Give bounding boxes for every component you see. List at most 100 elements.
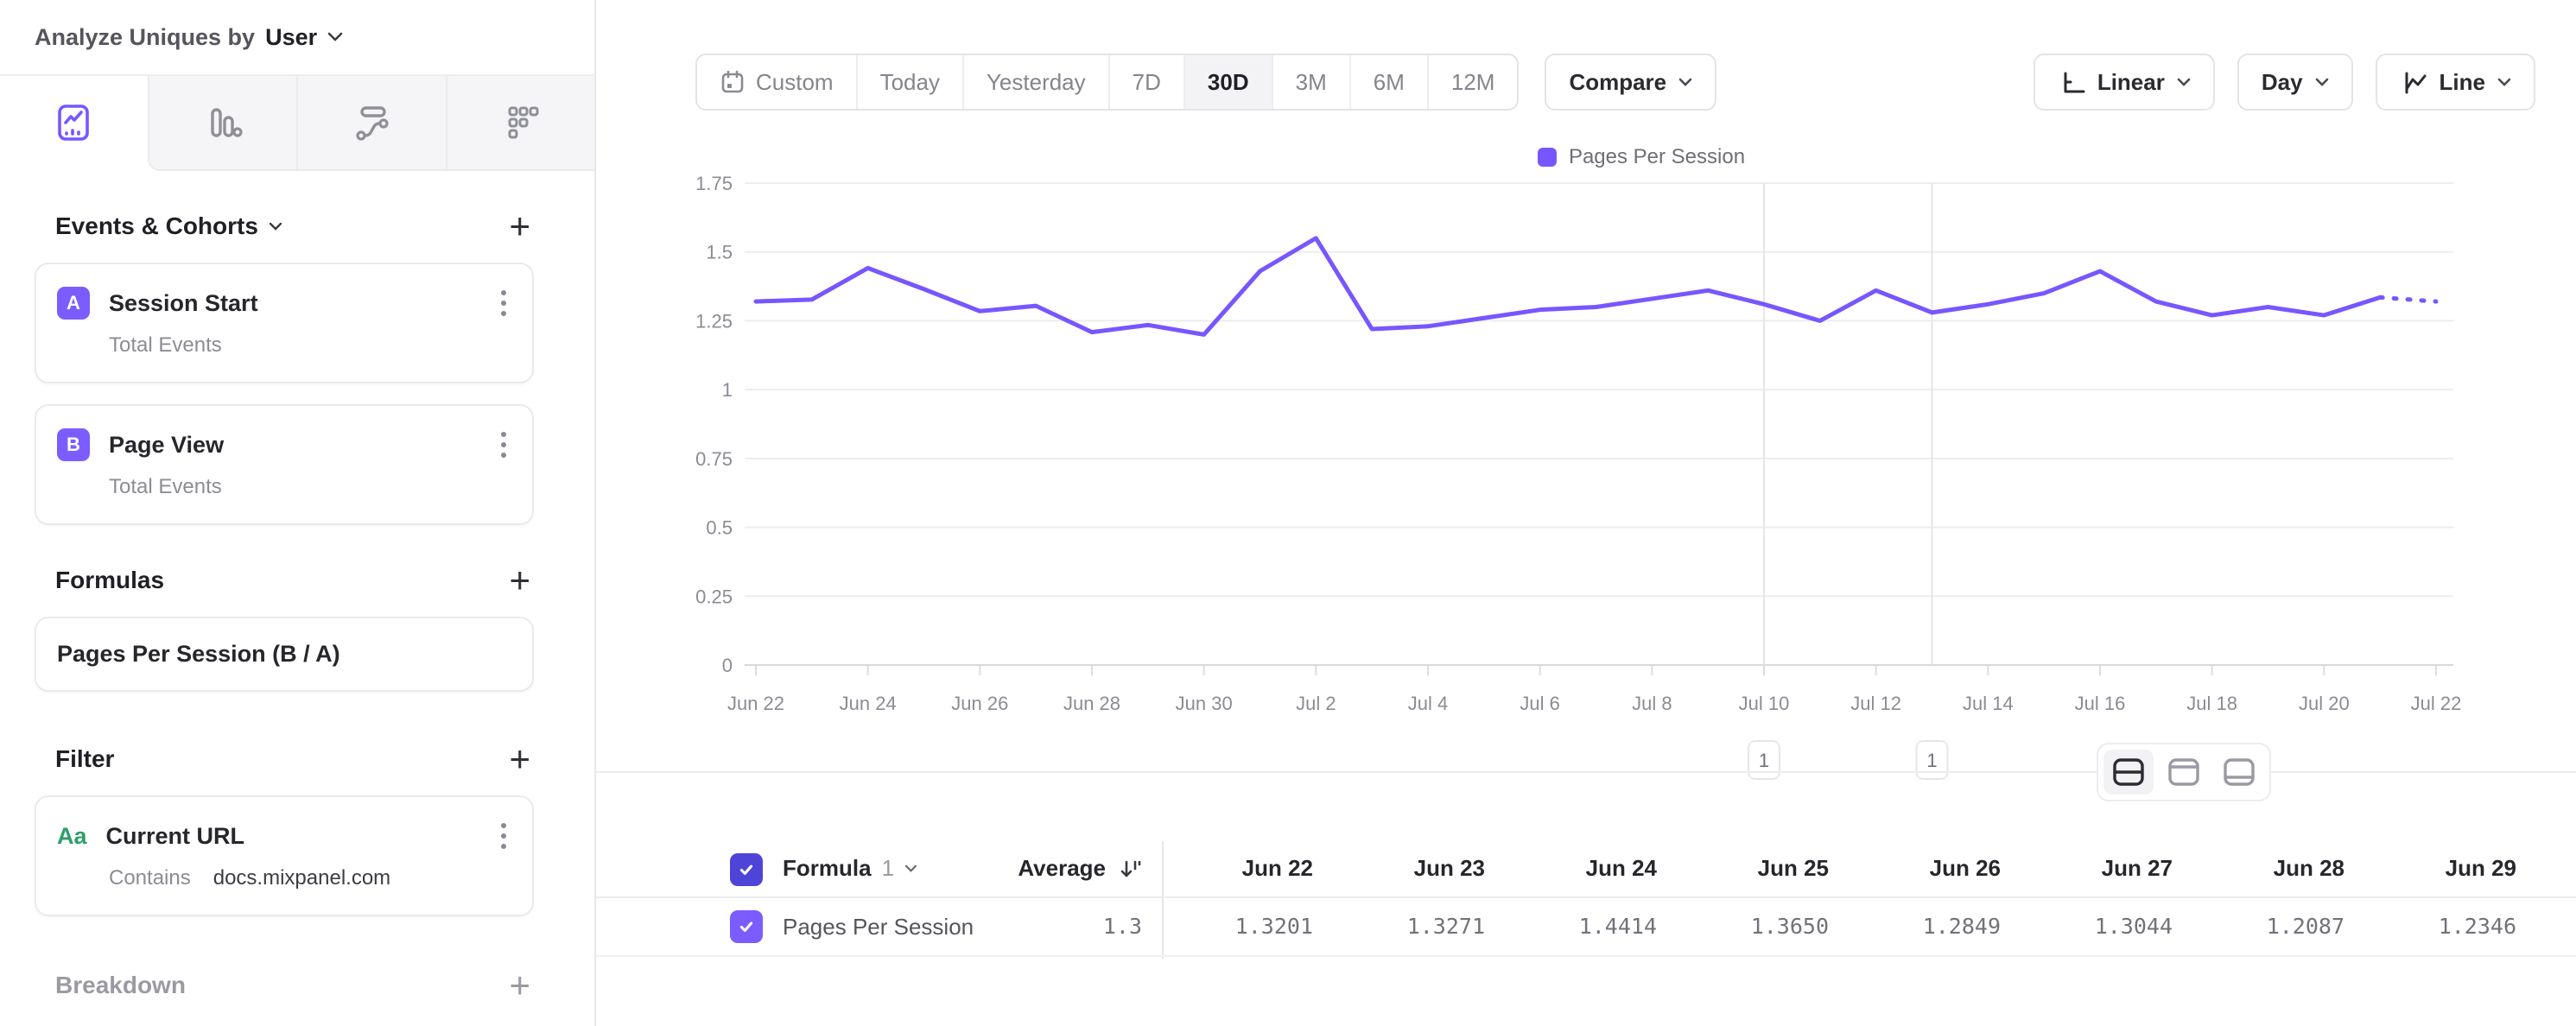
chevron-down-icon bbox=[1678, 78, 1692, 87]
breakdown-section-title: Breakdown bbox=[55, 972, 186, 999]
granularity-dropdown[interactable]: Day bbox=[2237, 54, 2353, 111]
line-chart-icon bbox=[50, 99, 97, 146]
filter-value[interactable]: docs.mixpanel.com bbox=[213, 866, 390, 890]
flow-icon bbox=[348, 99, 395, 146]
tab-insights[interactable] bbox=[0, 76, 148, 171]
chart-only-button[interactable] bbox=[2159, 750, 2209, 795]
range-yesterday[interactable]: Yesterday bbox=[962, 55, 1108, 109]
chevron-down-icon bbox=[2315, 78, 2329, 87]
date-column-header: Jun 22 bbox=[1162, 855, 1313, 882]
svg-text:Jul 16: Jul 16 bbox=[2075, 693, 2126, 714]
analyze-entity-dropdown[interactable]: User bbox=[265, 24, 317, 51]
range-today[interactable]: Today bbox=[856, 55, 962, 109]
svg-text:Jul 2: Jul 2 bbox=[1296, 693, 1336, 714]
table-data-row: Pages Per Session 1.3 1.32011.32711.4414… bbox=[596, 898, 2576, 957]
svg-text:1.75: 1.75 bbox=[695, 173, 733, 194]
event-title[interactable]: Page View bbox=[109, 432, 477, 459]
date-column-header: Jun 24 bbox=[1506, 855, 1657, 882]
tab-funnels[interactable] bbox=[148, 76, 297, 171]
event-badge: A bbox=[57, 287, 90, 320]
top-panel-icon bbox=[2167, 757, 2200, 787]
svg-text:0.75: 0.75 bbox=[695, 448, 733, 470]
query-sidebar: Analyze Uniques by User bbox=[0, 0, 596, 1026]
event-card-a[interactable]: A Session Start Total Events bbox=[35, 263, 534, 383]
filter-section-header: Filter + bbox=[55, 744, 534, 775]
cell-value: 1.2346 bbox=[2365, 914, 2516, 939]
chevron-down-icon bbox=[269, 222, 282, 231]
average-value: 1.3 bbox=[942, 914, 1142, 939]
event-badge: B bbox=[57, 428, 90, 461]
chart-type-tabs bbox=[0, 76, 594, 171]
bar-chart-icon bbox=[200, 99, 246, 146]
compare-button[interactable]: Compare bbox=[1545, 54, 1716, 111]
range-custom[interactable]: Custom bbox=[697, 55, 856, 109]
add-event-button[interactable]: + bbox=[505, 211, 534, 242]
svg-text:Jul 6: Jul 6 bbox=[1520, 693, 1559, 714]
svg-text:0: 0 bbox=[722, 655, 733, 676]
cell-value: 1.3650 bbox=[1678, 914, 1829, 939]
range-3m[interactable]: 3M bbox=[1272, 55, 1349, 109]
svg-text:Jul 18: Jul 18 bbox=[2186, 693, 2237, 714]
formula-card[interactable]: Pages Per Session (B / A) bbox=[35, 617, 534, 692]
event-title[interactable]: Session Start bbox=[109, 290, 477, 317]
filter-card[interactable]: Aa Current URL Contains docs.mixpanel.co… bbox=[35, 795, 534, 916]
analyze-header: Analyze Uniques by User bbox=[0, 0, 594, 76]
check-icon bbox=[738, 918, 755, 935]
event-measure[interactable]: Total Events bbox=[109, 475, 222, 499]
kebab-menu-icon[interactable] bbox=[496, 287, 511, 320]
cell-value: 1.3044 bbox=[2021, 914, 2173, 939]
line-chart[interactable]: 00.250.50.7511.251.51.75Jun 22Jun 24Jun … bbox=[596, 164, 2576, 786]
range-30d[interactable]: 30D bbox=[1183, 55, 1272, 109]
svg-text:Jul 10: Jul 10 bbox=[1739, 693, 1790, 714]
analyze-label: Analyze Uniques by bbox=[35, 24, 255, 51]
svg-text:Jun 24: Jun 24 bbox=[840, 693, 897, 714]
range-12m[interactable]: 12M bbox=[1427, 55, 1518, 109]
tab-retention[interactable] bbox=[446, 76, 595, 171]
svg-text:Jun 22: Jun 22 bbox=[727, 693, 784, 714]
layout-toggle-group bbox=[2097, 743, 2271, 801]
select-all-checkbox[interactable] bbox=[730, 853, 763, 886]
split-view-button[interactable] bbox=[2103, 750, 2154, 795]
table-header-row: Formula 1 Average Jun 22Jun 23Jun 24Jun … bbox=[596, 841, 2576, 898]
svg-text:Jul 20: Jul 20 bbox=[2299, 693, 2350, 714]
range-7d[interactable]: 7D bbox=[1108, 55, 1183, 109]
date-column-header: Jun 29 bbox=[2365, 855, 2516, 882]
filter-property[interactable]: Current URL bbox=[106, 823, 477, 850]
average-column-header[interactable]: Average bbox=[883, 855, 1142, 882]
check-icon bbox=[738, 861, 755, 878]
table-only-button[interactable] bbox=[2214, 750, 2264, 795]
linear-axis-icon bbox=[2058, 68, 2085, 96]
retention-grid-icon bbox=[498, 99, 544, 146]
kebab-menu-icon[interactable] bbox=[496, 820, 511, 852]
svg-text:Jul 14: Jul 14 bbox=[1963, 693, 2014, 714]
chart-table-divider bbox=[596, 771, 2576, 773]
tab-flows[interactable] bbox=[296, 76, 446, 171]
annotation-count: 1 bbox=[1926, 750, 1937, 771]
formulas-section-title: Formulas bbox=[55, 567, 164, 594]
filter-operator[interactable]: Contains bbox=[109, 866, 191, 890]
scale-dropdown[interactable]: Linear bbox=[2034, 54, 2215, 111]
date-column-header: Jun 28 bbox=[2193, 855, 2344, 882]
event-measure[interactable]: Total Events bbox=[109, 333, 222, 358]
add-formula-button[interactable]: + bbox=[505, 565, 534, 596]
event-card-b[interactable]: B Page View Total Events bbox=[35, 404, 534, 525]
events-section-header: Events & Cohorts + bbox=[55, 211, 534, 242]
svg-text:0.25: 0.25 bbox=[695, 586, 733, 607]
line-type-icon bbox=[2400, 68, 2427, 96]
breakdown-section-header: Breakdown + bbox=[55, 970, 534, 1001]
series-checkbox[interactable] bbox=[730, 910, 763, 943]
kebab-menu-icon[interactable] bbox=[496, 428, 511, 461]
sort-descending-icon bbox=[1118, 857, 1142, 881]
add-filter-button[interactable]: + bbox=[505, 744, 534, 775]
cell-value: 1.2849 bbox=[1850, 914, 2001, 939]
svg-text:Jul 12: Jul 12 bbox=[1850, 693, 1901, 714]
svg-text:Jul 8: Jul 8 bbox=[1632, 693, 1672, 714]
range-6m[interactable]: 6M bbox=[1349, 55, 1427, 109]
events-section-title[interactable]: Events & Cohorts bbox=[55, 212, 282, 240]
svg-text:Jun 26: Jun 26 bbox=[951, 693, 1008, 714]
formula-title[interactable]: Pages Per Session (B / A) bbox=[57, 641, 511, 668]
cell-value: 1.3271 bbox=[1334, 914, 1485, 939]
chart-type-dropdown[interactable]: Line bbox=[2376, 54, 2535, 111]
chart-toolbar: Custom Today Yesterday 7D 30D 3M 6M 12M … bbox=[695, 54, 2535, 111]
add-breakdown-button[interactable]: + bbox=[505, 970, 534, 1001]
